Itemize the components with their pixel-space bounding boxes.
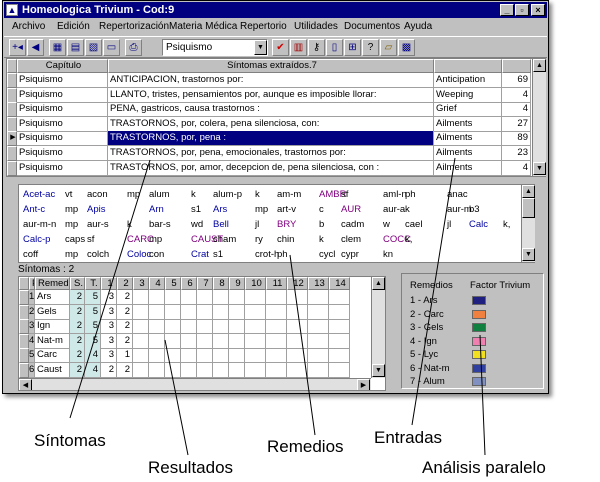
annotation-lines bbox=[69, 157, 486, 456]
label-resultados: Resultados bbox=[148, 458, 234, 477]
label-analisis-paralelo: Análisis paralelo bbox=[422, 458, 546, 477]
label-remedios: Remedios bbox=[267, 437, 344, 456]
label-sintomas: Síntomas bbox=[34, 431, 106, 450]
label-entradas: Entradas bbox=[374, 428, 443, 447]
